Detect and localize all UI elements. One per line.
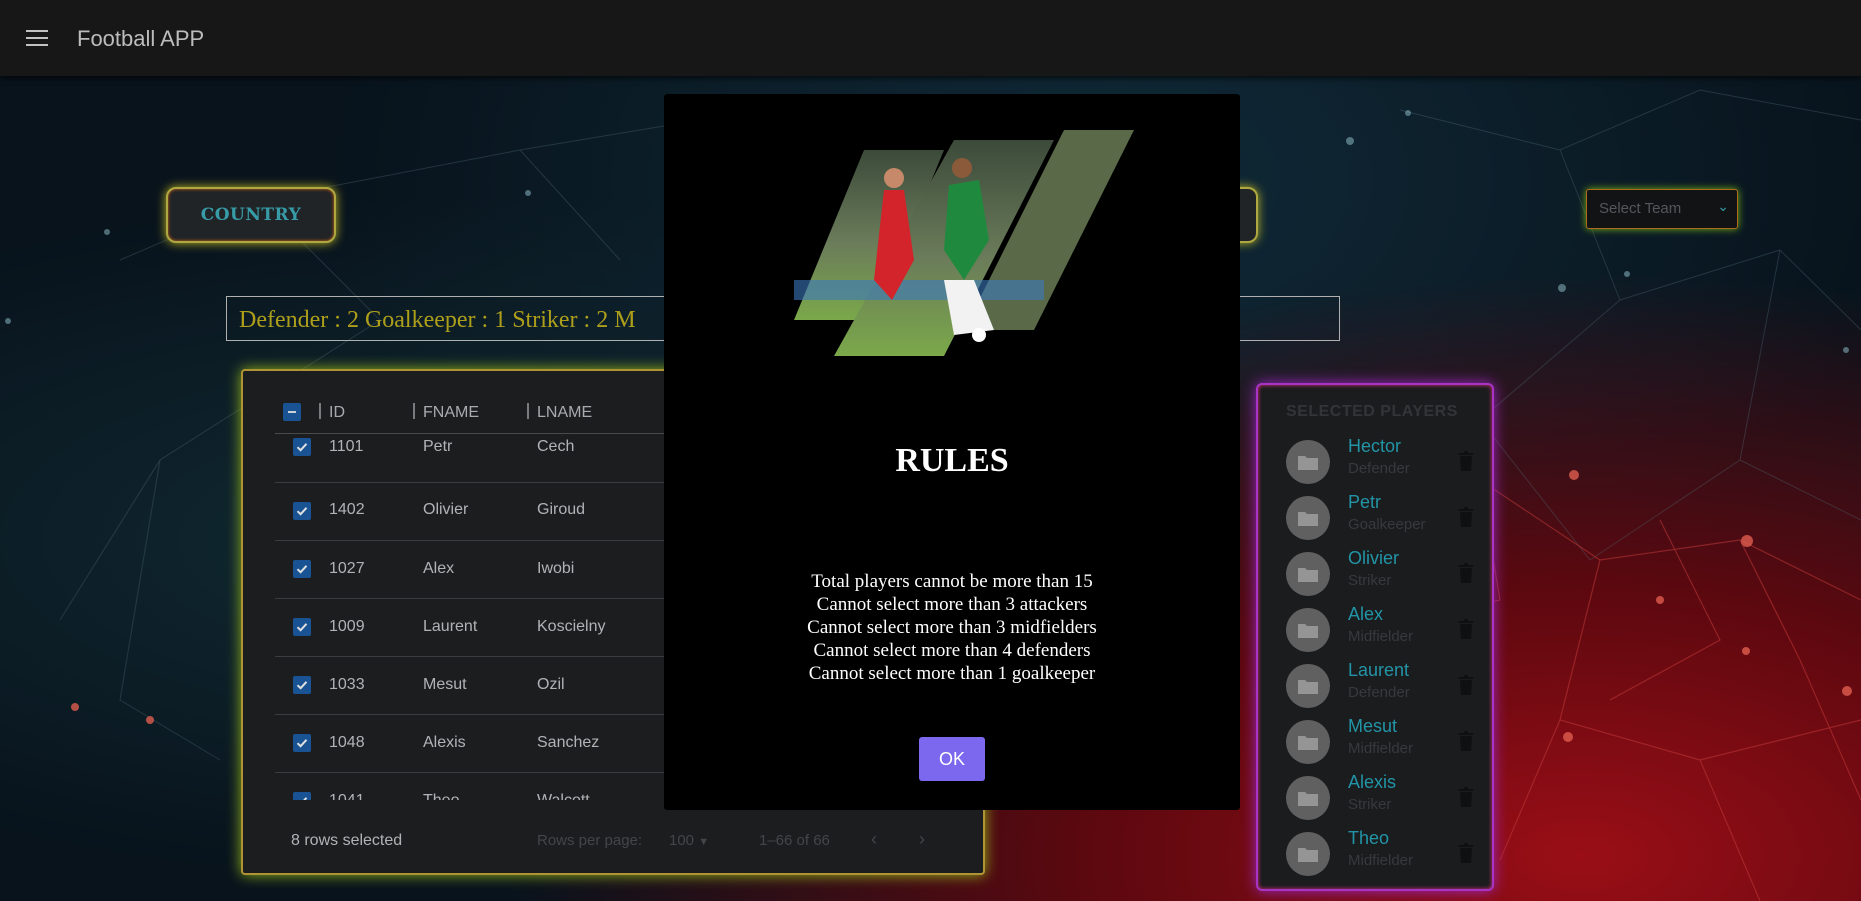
rules-title: RULES: [895, 442, 1009, 479]
rule-item: Cannot select more than 4 defenders: [813, 640, 1091, 661]
rule-item: Cannot select more than 3 midfielders: [807, 617, 1097, 638]
rules-list: Total players cannot be more than 15 Can…: [664, 570, 1240, 685]
rule-item: Total players cannot be more than 15: [811, 571, 1093, 592]
ok-button[interactable]: OK: [919, 737, 985, 781]
rule-item: Cannot select more than 1 goalkeeper: [808, 663, 1096, 684]
rules-dialog: RULES Total players cannot be more than …: [664, 94, 1240, 810]
rule-item: Cannot select more than 3 attackers: [816, 594, 1088, 615]
football-players-image: [794, 130, 1134, 356]
